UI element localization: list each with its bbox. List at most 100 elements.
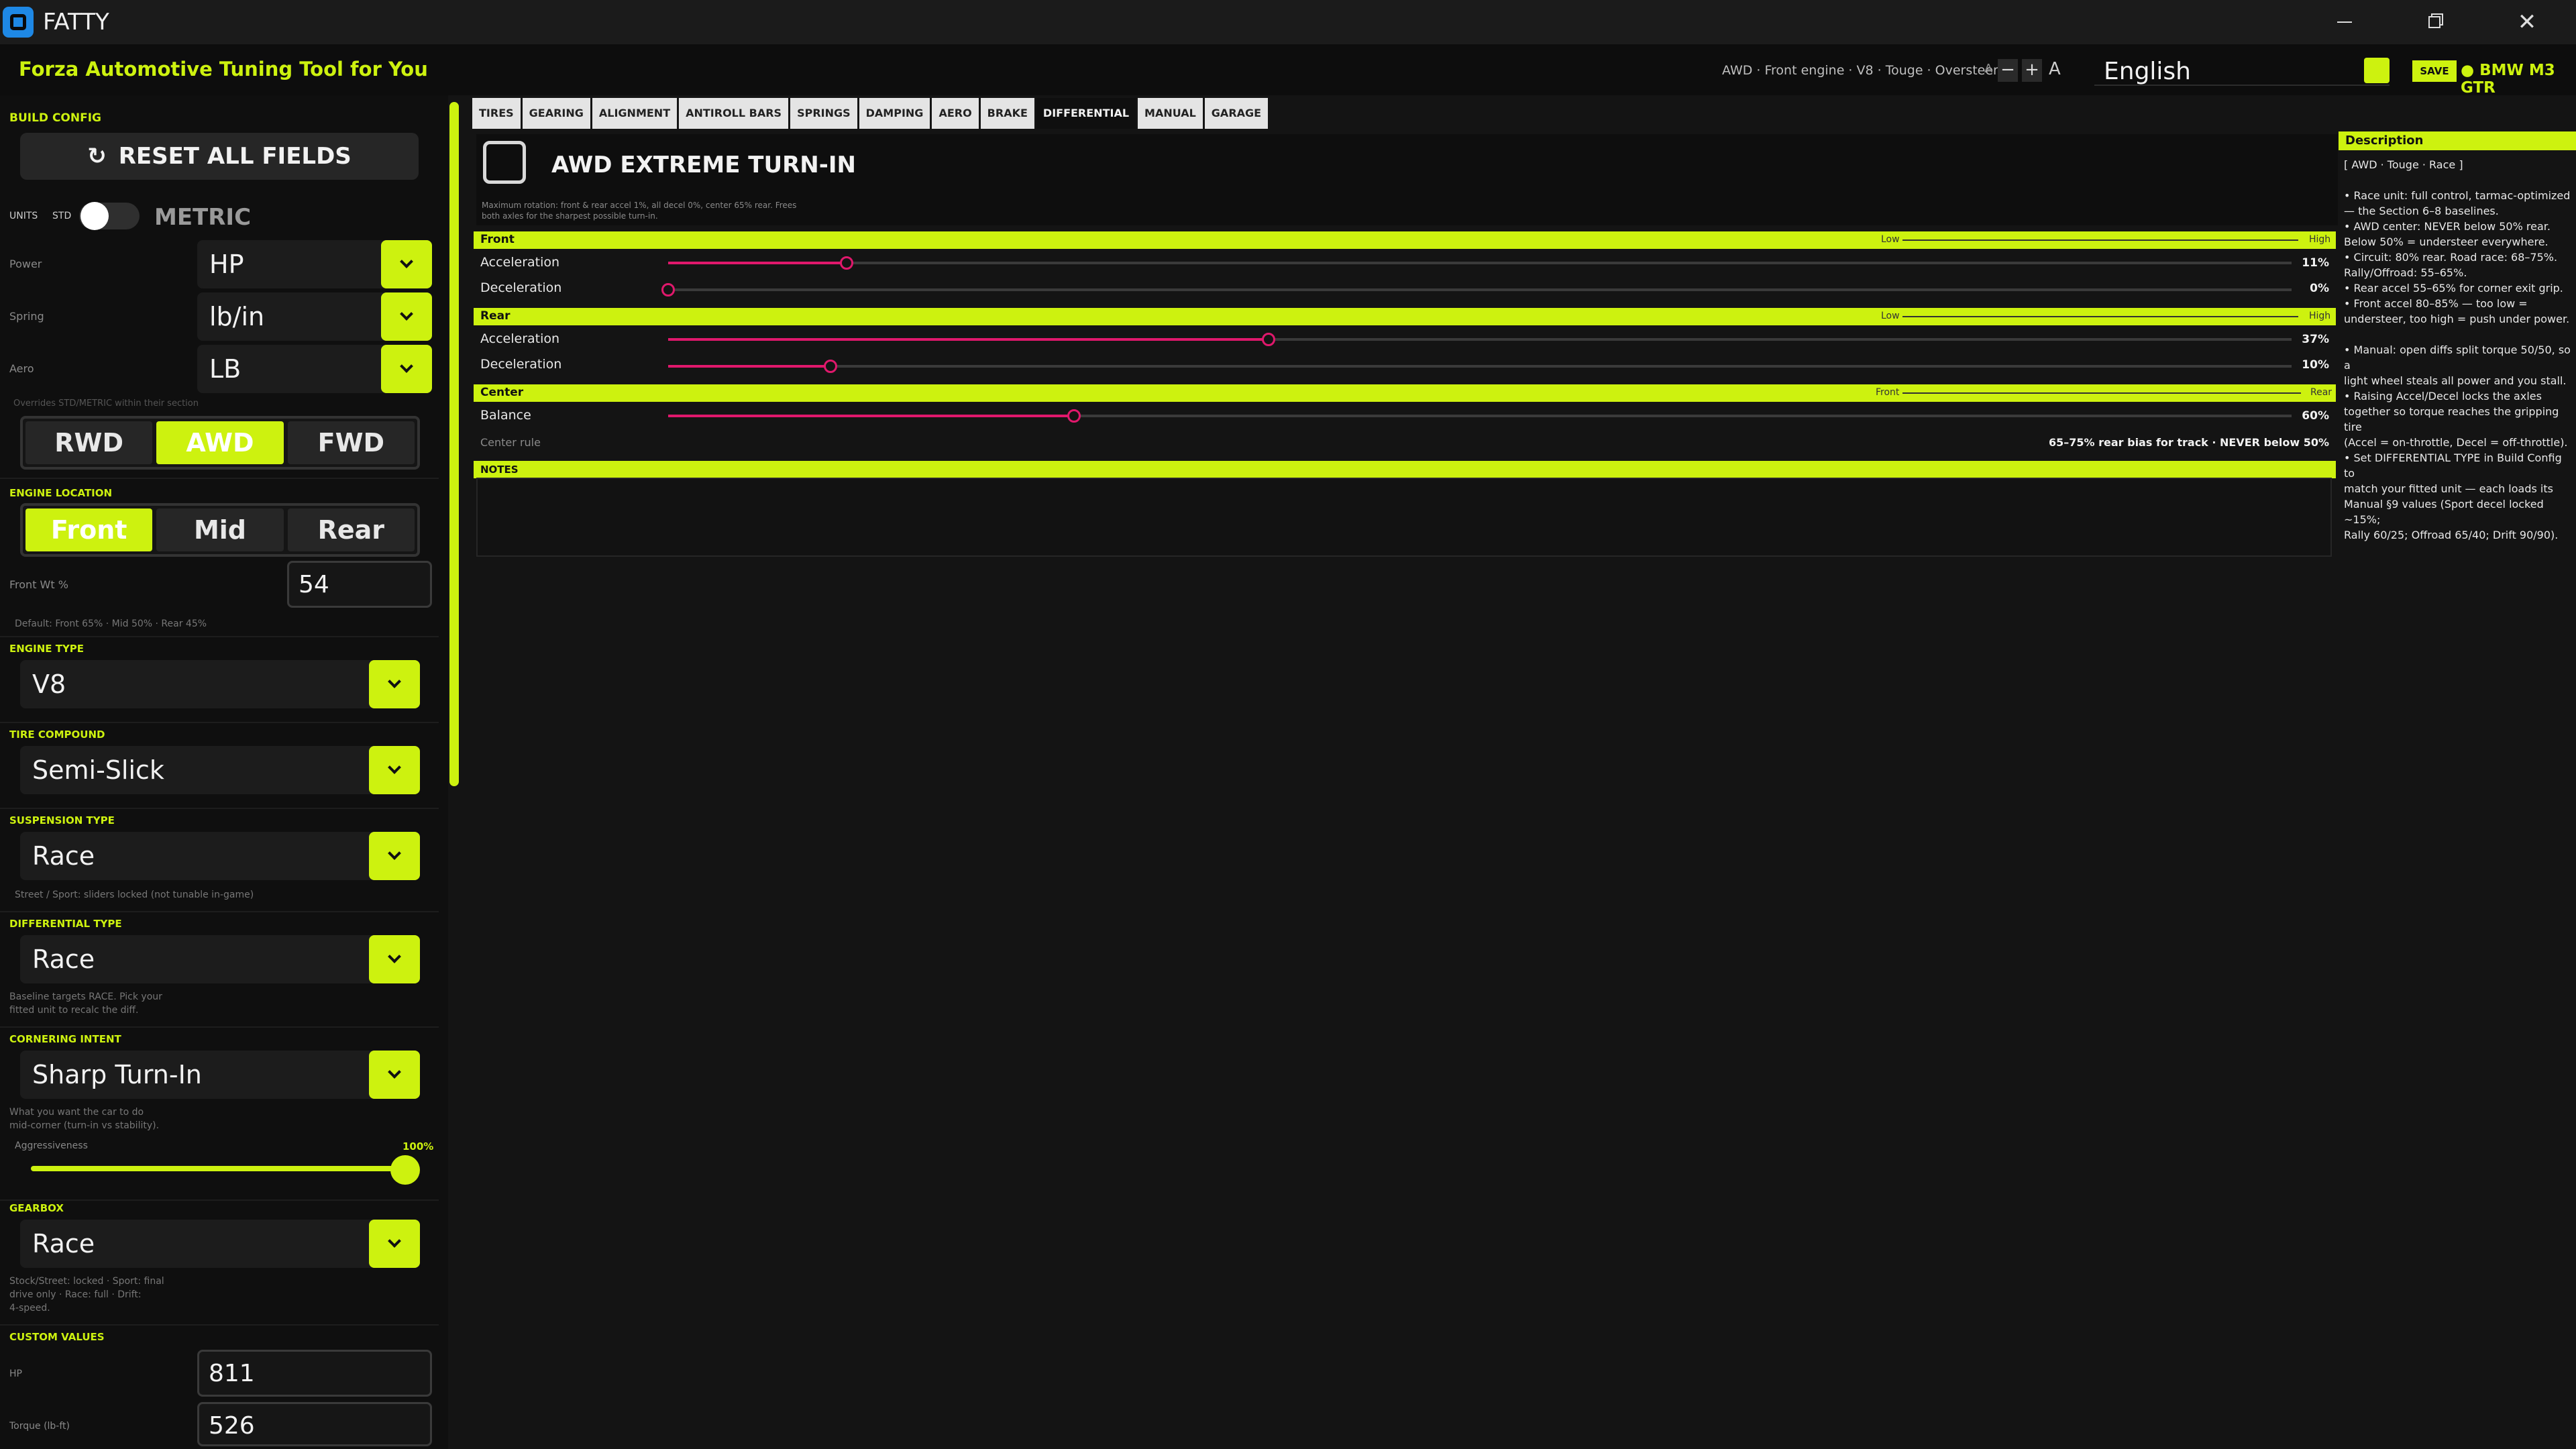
- front-group-title: Front: [480, 233, 515, 246]
- aggressiveness-slider[interactable]: [31, 1166, 405, 1171]
- units-hint: Overrides STD/METRIC within their sectio…: [13, 398, 199, 409]
- close-icon[interactable]: ✕: [2490, 0, 2564, 44]
- cornering-intent-value: Sharp Turn-In: [32, 1060, 202, 1089]
- tab-differential[interactable]: DIFFERENTIAL: [1036, 98, 1136, 129]
- chevron-down-icon[interactable]: [369, 832, 420, 880]
- gearbox-select[interactable]: Race: [20, 1220, 420, 1268]
- tab-brake[interactable]: BRAKE: [980, 98, 1034, 129]
- units-std-label: STD: [52, 211, 72, 221]
- rear-group-title: Rear: [480, 309, 511, 323]
- drivetrain-awd[interactable]: AWD: [156, 421, 284, 464]
- center-front-label: Front: [1876, 387, 1900, 398]
- tab-gearing[interactable]: GEARING: [522, 98, 590, 129]
- preset-checkbox[interactable]: [483, 141, 526, 184]
- chevron-down-icon[interactable]: [369, 1051, 420, 1099]
- drivetrain-rwd[interactable]: RWD: [25, 421, 153, 464]
- engine-location-rear[interactable]: Rear: [287, 508, 415, 551]
- section-divider: [0, 808, 439, 809]
- tire-compound-select[interactable]: Semi-Slick: [20, 746, 420, 794]
- spring-unit-value: lb/in: [209, 302, 265, 331]
- tab-alignment[interactable]: ALIGNMENT: [592, 98, 678, 129]
- notes-title: NOTES: [480, 464, 519, 476]
- sidebar-scrollbar[interactable]: [449, 102, 459, 786]
- description-line: light wheel steals all power and you sta…: [2344, 374, 2567, 387]
- hp-input[interactable]: 811: [197, 1350, 432, 1397]
- preset-description: Maximum rotation: front & rear accel 1%,…: [482, 200, 797, 221]
- section-divider: [0, 911, 439, 912]
- suspension-type-select[interactable]: Race: [20, 832, 420, 880]
- font-size-large-label: A: [2049, 59, 2061, 79]
- section-divider: [0, 478, 439, 479]
- minimize-icon[interactable]: [2308, 0, 2381, 44]
- chevron-down-icon[interactable]: [381, 345, 432, 393]
- aero-unit-select[interactable]: LB: [197, 345, 432, 393]
- power-unit-select[interactable]: HP: [197, 240, 432, 288]
- app-title: FATTY: [43, 9, 109, 36]
- drivetrain-fwd[interactable]: FWD: [287, 421, 415, 464]
- gearbox-heading: GEARBOX: [9, 1202, 64, 1214]
- section-divider: [0, 1026, 439, 1028]
- chevron-down-icon[interactable]: [381, 292, 432, 341]
- tab-antiroll-bars[interactable]: ANTIROLL BARS: [679, 98, 789, 129]
- center-rule-value: 65–75% rear bias for track · NEVER below…: [2048, 436, 2329, 449]
- units-toggle[interactable]: [79, 202, 140, 230]
- center-balance-slider[interactable]: [668, 415, 2292, 417]
- engine-location-mid[interactable]: Mid: [156, 508, 284, 551]
- front-accel-slider[interactable]: [668, 262, 2292, 264]
- suspension-type-value: Race: [32, 841, 95, 871]
- front-decel-handle[interactable]: [661, 283, 675, 297]
- reset-all-button[interactable]: ↻ RESET ALL FIELDS: [20, 133, 419, 180]
- tire-compound-heading: TIRE COMPOUND: [9, 729, 105, 741]
- rear-accel-slider[interactable]: [668, 338, 2292, 341]
- center-balance-handle[interactable]: [1067, 409, 1081, 423]
- aggressiveness-slider-handle[interactable]: [390, 1155, 420, 1185]
- chevron-down-icon[interactable]: [2364, 58, 2390, 83]
- rear-decel-slider[interactable]: [668, 365, 2292, 368]
- rear-high-label: High: [2309, 311, 2331, 321]
- center-balance-value: 60%: [2302, 409, 2329, 423]
- tab-manual[interactable]: MANUAL: [1138, 98, 1203, 129]
- description-line: • Circuit: 80% rear. Road race: 68–75%.: [2344, 251, 2558, 264]
- differential-type-select[interactable]: Race: [20, 935, 420, 983]
- description-line: — the Section 6–8 baselines.: [2344, 205, 2499, 217]
- font-decrease-button[interactable]: −: [1998, 59, 2018, 82]
- tab-springs[interactable]: SPRINGS: [790, 98, 857, 129]
- chevron-down-icon[interactable]: [381, 240, 432, 288]
- notes-textarea[interactable]: [476, 478, 2332, 557]
- chevron-down-icon[interactable]: [369, 935, 420, 983]
- rear-accel-label: Acceleration: [480, 331, 560, 346]
- aggressiveness-value: 100%: [402, 1140, 434, 1152]
- engine-location-front[interactable]: Front: [25, 508, 153, 551]
- restore-icon[interactable]: [2398, 0, 2471, 44]
- aero-unit-value: LB: [209, 354, 241, 384]
- engine-type-select[interactable]: V8: [20, 660, 420, 708]
- cornering-intent-select[interactable]: Sharp Turn-In: [20, 1051, 420, 1099]
- language-select[interactable]: English: [2094, 55, 2390, 86]
- font-increase-button[interactable]: +: [2022, 59, 2042, 82]
- save-button[interactable]: SAVE: [2412, 60, 2457, 82]
- tab-garage[interactable]: GARAGE: [1204, 98, 1269, 129]
- chevron-down-icon[interactable]: [369, 1220, 420, 1268]
- front-decel-slider[interactable]: [668, 288, 2292, 291]
- description-line: Rally 60/25; Offroad 65/40; Drift 90/90)…: [2344, 529, 2559, 541]
- spring-unit-select[interactable]: lb/in: [197, 292, 432, 341]
- hp-value: 811: [209, 1360, 255, 1387]
- center-group-header: Center Front Rear: [474, 384, 2336, 402]
- tab-damping[interactable]: DAMPING: [859, 98, 930, 129]
- tab-aero[interactable]: AERO: [932, 98, 979, 129]
- rear-decel-handle[interactable]: [824, 360, 837, 373]
- rear-accel-handle[interactable]: [1262, 333, 1276, 346]
- center-balance-label: Balance: [480, 408, 531, 423]
- differential-type-value: Race: [32, 945, 95, 974]
- description-line: • Front accel 80–85% — too low =: [2344, 297, 2528, 310]
- chevron-down-icon[interactable]: [369, 660, 420, 708]
- front-accel-handle[interactable]: [840, 256, 854, 270]
- chevron-down-icon[interactable]: [369, 746, 420, 794]
- description-line: • Race unit: full control, tarmac-optimi…: [2344, 189, 2571, 202]
- rear-decel-value: 10%: [2302, 358, 2329, 372]
- tab-tires[interactable]: TIRES: [472, 98, 521, 129]
- description-line: understeer, too high = push under power.: [2344, 313, 2570, 325]
- rear-low-label: Low: [1881, 311, 1900, 321]
- torque-input[interactable]: 526: [197, 1402, 432, 1446]
- front-weight-input[interactable]: 54: [287, 561, 432, 608]
